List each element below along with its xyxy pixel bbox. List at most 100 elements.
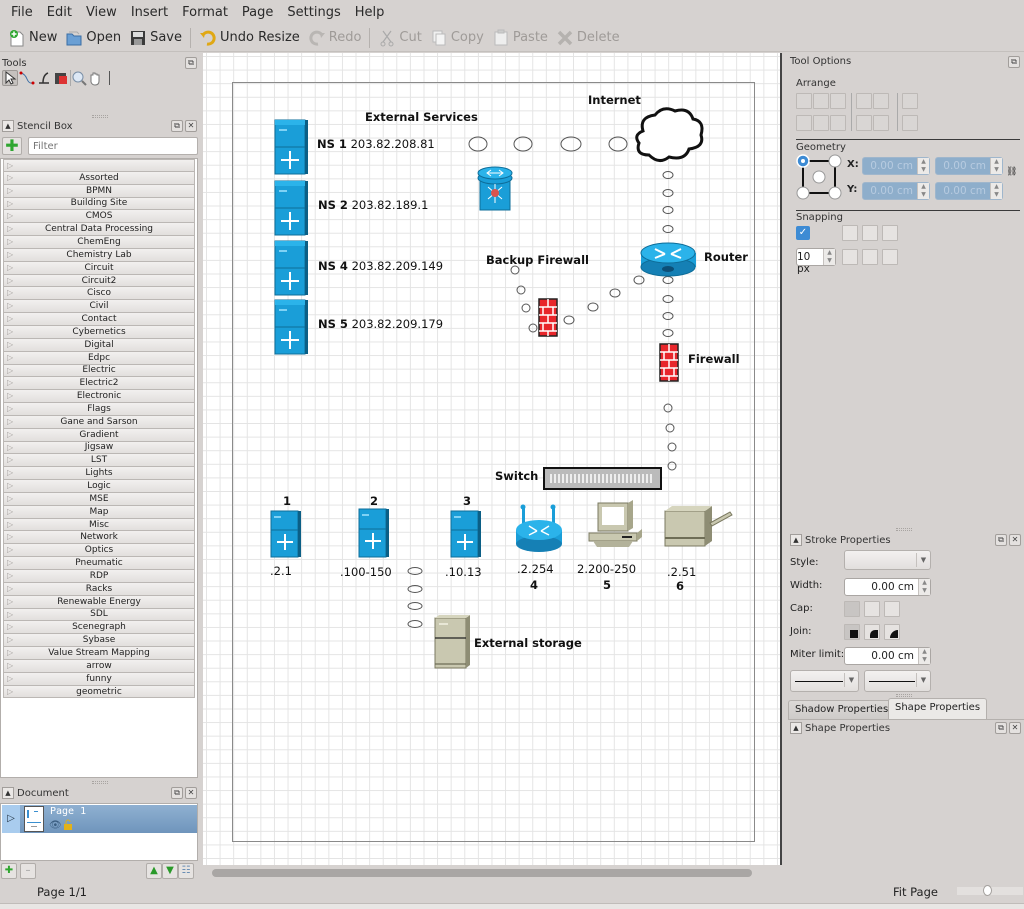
stroke-width-input[interactable]: 0.00 cm ▲ ▼ (844, 578, 931, 596)
spin-arrows[interactable]: ▲ ▼ (823, 249, 835, 265)
copy-button[interactable]: Copy (426, 26, 488, 50)
bring-to-front-button[interactable] (873, 93, 889, 109)
delete-button[interactable]: Delete (552, 26, 624, 50)
align-left-button[interactable] (796, 93, 812, 109)
stencil-category-item[interactable]: ▷ Lights (3, 467, 195, 481)
close-panel-button[interactable]: ✕ (1009, 722, 1021, 734)
collapse-arrow-icon[interactable]: ▲ (790, 534, 802, 546)
cap-square-button[interactable] (884, 601, 900, 617)
stencil-category-item[interactable]: ▷ Assorted (3, 171, 195, 185)
menu-page[interactable]: Page (235, 5, 280, 20)
aspect-lock-chain-icon[interactable]: ⛓ (1006, 167, 1017, 177)
menu-format[interactable]: Format (175, 5, 235, 20)
stencil-category-item[interactable]: ▷ Cybernetics (3, 325, 195, 339)
group-button[interactable] (902, 93, 918, 109)
zoom-slider-handle[interactable] (983, 885, 992, 896)
stencil-category-item[interactable]: ▷ Jigsaw (3, 441, 195, 455)
stencil-category-item[interactable]: ▷ Contact (3, 313, 195, 326)
ungroup-button[interactable] (902, 115, 918, 131)
miter-limit-input[interactable]: 0.00 cm ▲ ▼ (844, 647, 931, 665)
stencil-category-item[interactable]: ▷ MSE (3, 492, 195, 506)
stencil-category-item[interactable]: ▷ Building Site (3, 197, 195, 211)
add-page-button[interactable]: ✚ (1, 863, 17, 879)
stencil-category-item[interactable]: ▷ arrow (3, 659, 195, 673)
align-hcenter-button[interactable] (813, 93, 829, 109)
align-right-button[interactable] (830, 93, 846, 109)
stencil-category-item[interactable]: ▷ Chemistry Lab (3, 248, 195, 262)
y-position-input[interactable]: 0.00 cm ▲ ▼ (862, 182, 930, 200)
drawing-canvas[interactable]: External Services Internet NS 1 203.82.2… (203, 53, 781, 865)
stencil-category-item[interactable]: ▷ LST (3, 454, 195, 468)
snap-enable-checkbox[interactable]: ✓ (796, 226, 810, 240)
join-bevel-button[interactable] (884, 624, 900, 640)
stencil-category-item[interactable]: ▷ Digital (3, 338, 195, 352)
stencil-category-item[interactable]: ▷ Value Stream Mapping (3, 647, 195, 660)
float-panel-button[interactable]: ⧉ (995, 722, 1007, 734)
close-panel-button[interactable]: ✕ (1009, 534, 1021, 546)
select-tool-icon[interactable] (2, 70, 18, 86)
move-page-up-button[interactable]: ▲ (146, 863, 162, 879)
menu-insert[interactable]: Insert (124, 5, 175, 20)
height-input[interactable]: 0.00 cm ▲ ▼ (935, 182, 1003, 200)
menu-file[interactable]: File (4, 5, 40, 20)
splitter-grip[interactable] (92, 781, 108, 784)
align-top-button[interactable] (796, 115, 812, 131)
stencil-category-item[interactable]: ▷ Flags (3, 403, 195, 416)
path-tool-icon[interactable] (19, 70, 35, 86)
snap-guides-button[interactable] (862, 225, 878, 241)
cut-button[interactable]: Cut (374, 26, 425, 50)
add-stencil-button[interactable]: ✚ (2, 137, 22, 155)
stencil-category-item[interactable]: ▷ Misc (3, 518, 195, 532)
expand-arrow-icon[interactable]: ▷ (2, 805, 20, 833)
anchor-point-selector[interactable] (796, 154, 842, 200)
spin-arrows[interactable]: ▲ ▼ (917, 183, 929, 199)
tab-shadow-properties[interactable]: Shadow Properties (788, 700, 896, 720)
vertical-scrollbar[interactable] (780, 53, 782, 865)
zoom-tool-icon[interactable] (70, 70, 87, 86)
stencil-category-item[interactable]: ▷ (3, 159, 195, 172)
snap-distance-input[interactable]: 10 px ▲ ▼ (796, 248, 836, 275)
snap-page-button[interactable] (842, 249, 858, 265)
stencil-category-item[interactable]: ▷ funny (3, 672, 195, 686)
stencil-category-item[interactable]: ▷ BPMN (3, 184, 195, 198)
align-vcenter-button[interactable] (813, 115, 829, 131)
menu-view[interactable]: View (79, 5, 124, 20)
width-input[interactable]: 0.00 cm ▲ ▼ (935, 157, 1003, 175)
redo-button[interactable]: Redo (304, 26, 366, 50)
float-panel-button[interactable]: ⧉ (1008, 56, 1020, 68)
stencil-category-item[interactable]: ▷ Map (3, 505, 195, 519)
float-panel-button[interactable]: ⧉ (185, 57, 197, 69)
remove-page-button[interactable]: – (20, 863, 36, 879)
calligraphy-tool-icon[interactable] (36, 70, 52, 86)
stencil-category-item[interactable]: ▷ ChemEng (3, 236, 195, 249)
stencil-category-item[interactable]: ▷ Network (3, 531, 195, 545)
x-position-input[interactable]: 0.00 cm ▲ ▼ (862, 157, 930, 175)
stencil-category-item[interactable]: ▷ Gradient (3, 428, 195, 442)
stencil-category-item[interactable]: ▷ Pneumatic (3, 557, 195, 570)
stencil-category-item[interactable]: ▷ Central Data Processing (3, 223, 195, 237)
stencil-category-item[interactable]: ▷ Logic (3, 480, 195, 493)
paste-button[interactable]: Paste (488, 26, 552, 50)
stencil-category-item[interactable]: ▷ Gane and Sarson (3, 415, 195, 429)
menu-settings[interactable]: Settings (280, 5, 347, 20)
snap-extension-button[interactable] (882, 249, 898, 265)
view-mode-button[interactable]: ☷ (178, 863, 194, 879)
float-panel-button[interactable]: ⧉ (995, 534, 1007, 546)
stencil-category-item[interactable]: ▷ Electric (3, 364, 195, 378)
splitter-grip[interactable] (896, 694, 912, 697)
stencil-category-item[interactable]: ▷ Renewable Energy (3, 595, 195, 609)
zoom-mode-label[interactable]: Fit Page (893, 885, 938, 899)
stencil-category-item[interactable]: ▷ CMOS (3, 210, 195, 224)
stencil-category-item[interactable]: ▷ Optics (3, 544, 195, 558)
join-miter-button[interactable] (844, 624, 860, 640)
pan-hand-icon[interactable] (87, 70, 103, 86)
stencil-category-item[interactable]: ▷ Cisco (3, 287, 195, 301)
close-panel-button[interactable]: ✕ (185, 120, 197, 132)
fill-tool-icon[interactable] (53, 70, 69, 86)
snap-bounding-box-button[interactable] (882, 225, 898, 241)
stencil-category-item[interactable]: ▷ RDP (3, 570, 195, 583)
spin-arrows[interactable]: ▲ ▼ (990, 158, 1002, 174)
stencil-category-item[interactable]: ▷ Civil (3, 300, 195, 314)
move-page-down-button[interactable]: ▼ (162, 863, 178, 879)
cap-flat-button[interactable] (844, 601, 860, 617)
